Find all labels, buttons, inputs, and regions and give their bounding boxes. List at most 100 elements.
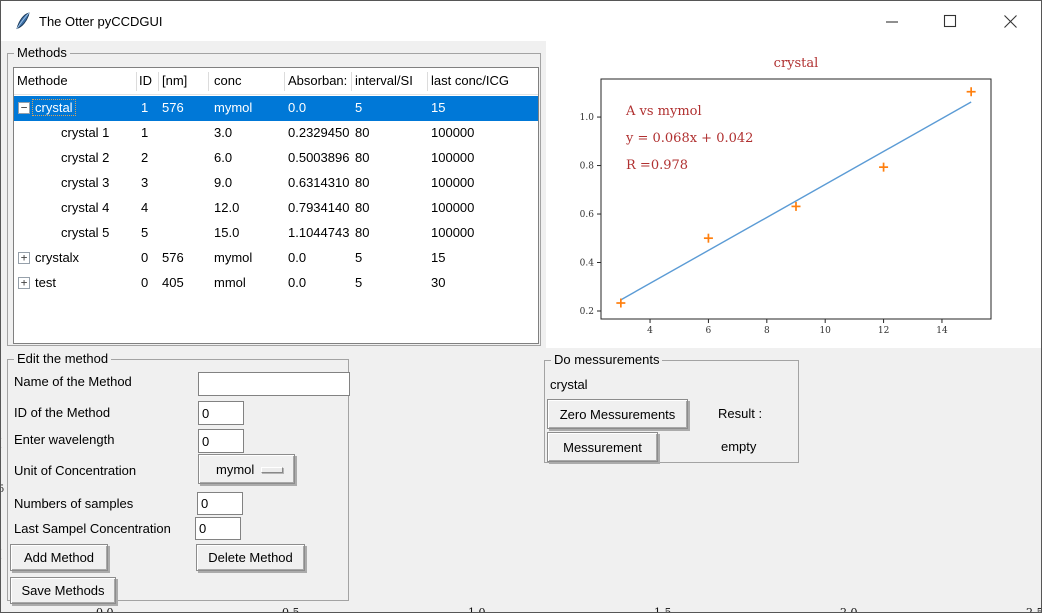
cell-conc: mymol (214, 100, 252, 115)
app-window: The Otter pyCCDGUI Methods Methode ID [nm]… (0, 0, 1042, 613)
column-header-conc[interactable]: conc (214, 73, 241, 88)
cell-name: crystal 4 (61, 200, 109, 215)
column-separator (158, 72, 159, 91)
column-header-absorbance[interactable]: Absorban: (288, 73, 347, 88)
close-icon (1003, 14, 1018, 29)
methods-table[interactable]: Methode ID [nm] conc Absorban: interval/SI las… (13, 67, 539, 344)
cell-name: test (35, 275, 56, 290)
cell-id: 2 (141, 150, 148, 165)
maximize-button[interactable] (928, 1, 972, 41)
cell-name: crystal (35, 100, 76, 115)
column-separator (427, 72, 428, 91)
cell-nm: 576 (162, 250, 184, 265)
table-row-crystal-5[interactable]: crystal 5515.01.104474380100000 (14, 221, 538, 246)
samples-input[interactable] (197, 492, 243, 515)
plot-title: crystal (774, 56, 819, 71)
unit-option-menu[interactable]: mymol (198, 454, 295, 484)
cell-id: 0 (141, 250, 148, 265)
cell-id: 5 (141, 225, 148, 240)
cell-name-text: crystal (32, 99, 76, 116)
background-tick-fragment: 0.5 (282, 606, 300, 613)
minimize-button[interactable] (870, 1, 914, 41)
id-field-label: ID of the Method (14, 405, 110, 420)
zero-measurements-button[interactable]: Zero Messurements (547, 399, 688, 429)
column-header-id[interactable]: ID (139, 73, 152, 88)
collapse-icon[interactable]: − (18, 102, 30, 114)
expand-icon[interactable]: + (18, 252, 30, 264)
column-separator (284, 72, 285, 91)
background-edge-fragment: ' (0, 369, 1, 380)
wavelength-input[interactable] (198, 429, 244, 453)
cell-id: 1 (141, 100, 148, 115)
table-row-test[interactable]: +test0405mmol0.0530 (14, 271, 538, 296)
result-value: empty (721, 439, 756, 454)
cell-id: 4 (141, 200, 148, 215)
methods-groupbox-label: Methods (14, 45, 70, 60)
column-header-interval[interactable]: interval/SI (355, 73, 413, 88)
plot-annotation: R =0.978 (626, 158, 688, 173)
last-conc-input[interactable] (195, 517, 241, 540)
add-method-button[interactable]: Add Method (10, 544, 108, 571)
y-tick-label: 0.8 (580, 162, 595, 172)
cell-absorbance: 0.2329450 (288, 125, 349, 140)
background-edge-fragment: 5 (0, 484, 4, 495)
methods-groupbox: Methods MethodeID[nm]concAbsorban:interv… (7, 53, 541, 346)
column-header-last[interactable]: last conc/ICG (431, 73, 509, 88)
background-tick-fragment: 2.0 (840, 606, 858, 613)
edit-method-groupbox: Edit the method Name of the Method ID of… (7, 359, 349, 601)
plot-annotation: y = 0.068x + 0.042 (625, 131, 753, 146)
method-name-input[interactable] (198, 372, 350, 396)
cell-last: 100000 (431, 225, 474, 240)
maximize-icon (943, 14, 957, 28)
cell-conc: 12.0 (214, 200, 239, 215)
cell-conc: 9.0 (214, 175, 232, 190)
cell-interval: 5 (355, 275, 362, 290)
python-feather-icon (15, 12, 31, 30)
last-conc-field-label: Last Sampel Concentration (14, 521, 171, 536)
cell-absorbance: 0.0 (288, 275, 306, 290)
cell-last: 15 (431, 250, 445, 265)
table-row-crystal-3[interactable]: crystal 339.00.631431080100000 (14, 171, 538, 196)
column-separator (351, 72, 352, 91)
cell-interval: 80 (355, 200, 369, 215)
method-id-input[interactable] (198, 401, 244, 425)
delete-method-button[interactable]: Delete Method (196, 544, 305, 571)
cell-name: crystal 1 (61, 125, 109, 140)
table-row-crystal-1[interactable]: crystal 113.00.232945080100000 (14, 121, 538, 146)
cell-last: 100000 (431, 125, 474, 140)
table-row-crystalx[interactable]: +crystalx0576mymol0.0515 (14, 246, 538, 271)
unit-field-label: Unit of Concentration (14, 463, 136, 478)
cell-name: crystal 2 (61, 150, 109, 165)
cell-conc: 15.0 (214, 225, 239, 240)
cell-last: 100000 (431, 200, 474, 215)
table-row-crystal-4[interactable]: crystal 4 4 12.0 0.7934140 80 100000 (14, 196, 538, 221)
cell-conc: mymol (214, 250, 252, 265)
measurements-groupbox: Do messurements crystal Zero Messurement… (544, 360, 799, 463)
samples-field-label: Numbers of samples (14, 496, 133, 511)
cell-nm: 405 (162, 275, 184, 290)
table-row-crystal-2[interactable]: crystal 226.00.500389680100000 (14, 146, 538, 171)
column-header-name[interactable]: Methode (17, 73, 68, 88)
measurement-button[interactable]: Messurement (547, 432, 658, 462)
expand-icon[interactable]: + (18, 277, 30, 289)
result-label: Result : (718, 406, 762, 421)
x-tick-label: 6 (706, 326, 712, 336)
column-header-nm[interactable]: [nm] (162, 73, 187, 88)
cell-last: 30 (431, 275, 445, 290)
y-tick-label: 0.4 (580, 259, 595, 269)
table-row-crystal[interactable]: −crystal1576mymol0.0515 (14, 96, 538, 121)
x-tick-label: 12 (878, 326, 889, 336)
background-edge-fragment: ( (0, 549, 2, 560)
cell-absorbance: 0.7934140 (288, 200, 349, 215)
method-plot: crystalA vs mymoly = 0.068x + 0.042R =0.… (546, 41, 1041, 348)
column-separator (136, 72, 137, 91)
cell-id: 1 (141, 125, 148, 140)
close-button[interactable] (988, 1, 1032, 41)
save-methods-button[interactable]: Save Methods (10, 577, 116, 604)
background-tick-fragment: 2.5 (1026, 606, 1042, 613)
wavelength-field-label: Enter wavelength (14, 432, 114, 447)
methods-table-header: Methode ID [nm] conc Absorban: interval/SI las… (14, 68, 538, 95)
window-title: The Otter pyCCDGUI (39, 14, 163, 29)
cell-name: crystal 3 (61, 175, 109, 190)
cell-conc: 3.0 (214, 125, 232, 140)
